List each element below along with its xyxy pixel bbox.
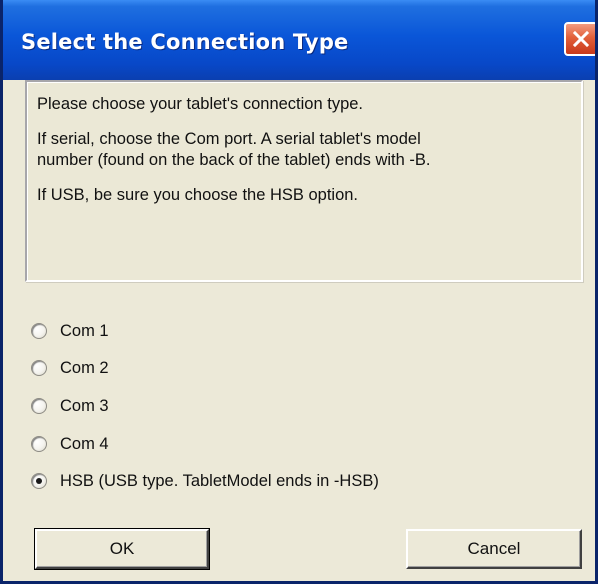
radio-button[interactable] [31,323,47,339]
radio-option-com4[interactable]: Com 4 [31,431,109,457]
radio-option-com3[interactable]: Com 3 [31,393,109,419]
window-title: Select the Connection Type [21,30,349,54]
instruction-line-3: If USB, be sure you choose the HSB optio… [37,186,359,204]
radio-button[interactable] [31,360,47,376]
radio-label: Com 3 [60,396,109,415]
cancel-button[interactable]: Cancel [406,529,582,569]
instruction-line-1: Please choose your tablet's connection t… [37,95,364,113]
radio-option-com1[interactable]: Com 1 [31,318,109,344]
radio-label: Com 2 [60,358,109,377]
close-icon [572,30,590,48]
instruction-line-2b: number (found on the back of the tablet)… [37,151,431,169]
radio-label: Com 1 [60,321,109,340]
dialog-window: Select the Connection Type Please choose… [0,0,598,584]
radio-button[interactable] [31,436,47,452]
radio-button[interactable] [31,398,47,414]
radio-option-hsb[interactable]: HSB (USB type. TabletModel ends in -HSB) [31,468,379,494]
title-bar[interactable]: Select the Connection Type [3,0,595,80]
radio-option-com2[interactable]: Com 2 [31,355,109,381]
instructions-panel: Please choose your tablet's connection t… [25,80,583,282]
radio-button-selected[interactable] [31,473,47,489]
instruction-line-2a: If serial, choose the Com port. A serial… [37,130,421,148]
ok-button[interactable]: OK [34,528,210,570]
instruction-line-2: If serial, choose the Com port. A serial… [37,129,571,171]
radio-label: HSB (USB type. TabletModel ends in -HSB) [60,471,379,490]
radio-label: Com 4 [60,434,109,453]
close-button[interactable] [564,22,595,56]
